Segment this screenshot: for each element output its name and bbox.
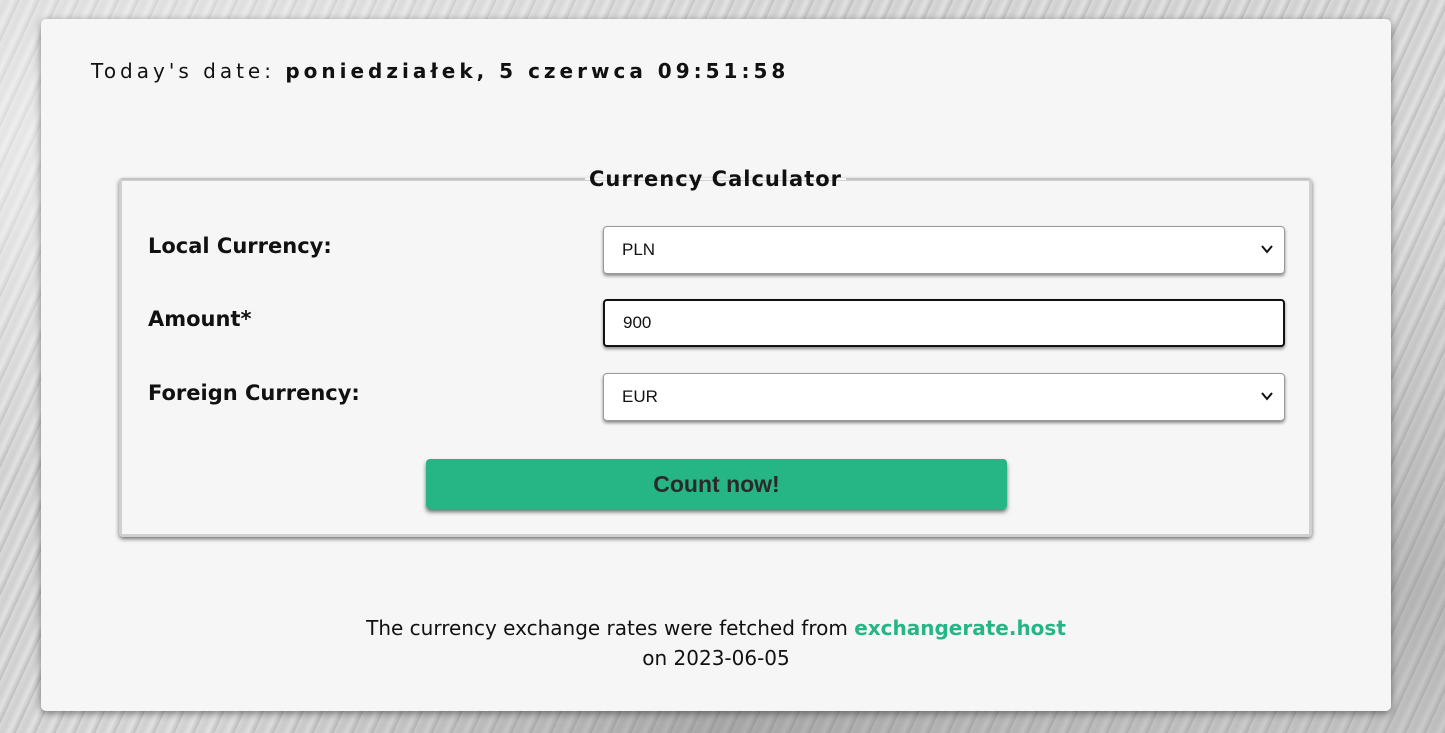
local-currency-label: Local Currency: bbox=[148, 234, 332, 258]
rates-date: on 2023-06-05 bbox=[642, 646, 790, 670]
chevron-down-icon bbox=[1261, 245, 1273, 254]
rates-source-note: The currency exchange rates were fetched… bbox=[41, 613, 1391, 673]
calculator-legend: Currency Calculator bbox=[588, 167, 843, 191]
count-now-button[interactable]: Count now! bbox=[426, 459, 1007, 509]
foreign-currency-select[interactable]: EUR bbox=[603, 373, 1285, 421]
local-currency-select[interactable]: PLN bbox=[603, 226, 1285, 274]
date-value: poniedziałek, 5 czerwca 09:51:58 bbox=[285, 59, 790, 83]
foreign-currency-label: Foreign Currency: bbox=[148, 381, 360, 405]
date-label: Today's date: bbox=[91, 59, 275, 83]
amount-input[interactable]: 900 bbox=[603, 299, 1285, 347]
local-currency-value: PLN bbox=[622, 240, 656, 259]
exchangerate-host-link[interactable]: exchangerate.host bbox=[854, 616, 1066, 640]
chevron-down-icon bbox=[1261, 392, 1273, 401]
currency-calculator-form: Currency Calculator Local Currency: PLN … bbox=[119, 167, 1312, 537]
amount-row: Amount* 900 bbox=[121, 299, 1310, 347]
main-card: Today's date: poniedziałek, 5 czerwca 09… bbox=[41, 19, 1391, 711]
foreign-currency-value: EUR bbox=[622, 387, 658, 406]
rates-source-text: The currency exchange rates were fetched… bbox=[366, 616, 848, 640]
local-currency-row: Local Currency: PLN bbox=[121, 226, 1310, 274]
foreign-currency-row: Foreign Currency: EUR bbox=[121, 373, 1310, 421]
amount-label: Amount* bbox=[148, 307, 252, 331]
rates-source-line: The currency exchange rates were fetched… bbox=[41, 613, 1391, 643]
todays-date: Today's date: poniedziałek, 5 czerwca 09… bbox=[91, 59, 789, 83]
amount-value: 900 bbox=[623, 313, 652, 332]
